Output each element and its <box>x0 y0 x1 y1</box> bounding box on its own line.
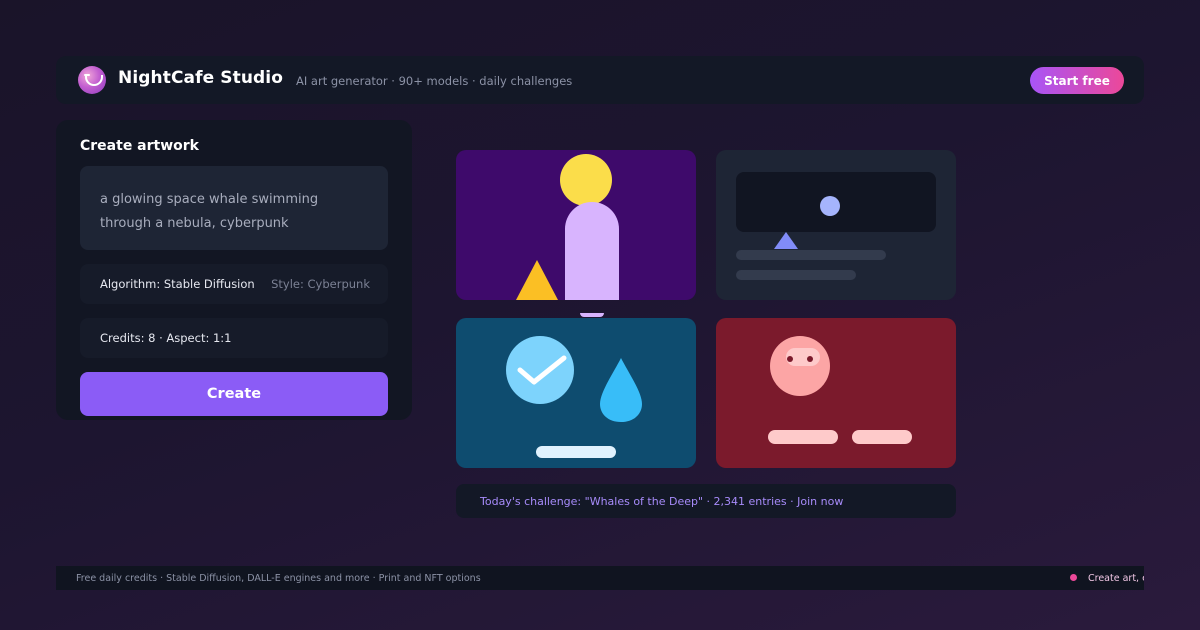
ticker-features: Free daily credits · Stable Diffusion, D… <box>76 573 481 584</box>
figure-shadow <box>580 313 604 317</box>
prompt-input[interactable]: a glowing space whale swimming through a… <box>80 166 388 250</box>
daily-challenge-banner[interactable]: Today's challenge: "Whales of the Deep" … <box>456 484 956 518</box>
ticker-dot-icon <box>1070 574 1077 581</box>
triangle-shape <box>516 260 558 300</box>
top-header: NightCafe Studio AI art generator · 90+ … <box>56 56 1144 104</box>
sun-shape <box>560 154 612 206</box>
text-line-1 <box>736 250 886 260</box>
left-eye <box>787 356 793 362</box>
moon-shape <box>820 196 840 216</box>
face-icon <box>770 336 830 396</box>
header-tagline: AI art generator · 90+ models · daily ch… <box>296 74 573 88</box>
mountain-shape <box>774 232 798 249</box>
panel-title: Create artwork <box>80 138 199 154</box>
credits-aspect-row[interactable]: Credits: 8 · Aspect: 1:1 <box>80 318 388 358</box>
artwork-face[interactable] <box>716 318 956 468</box>
brand-name[interactable]: NightCafe Studio <box>118 68 283 88</box>
prompt-line-1: a glowing space whale swimming <box>100 192 319 207</box>
create-artwork-panel: Create artwork a glowing space whale swi… <box>56 120 412 420</box>
bottom-ticker: Free daily credits · Stable Diffusion, D… <box>56 566 1144 590</box>
figure-shape <box>565 202 619 300</box>
prompt-line-2: through a nebula, cyberpunk <box>100 216 289 231</box>
create-button[interactable]: Create <box>80 372 388 416</box>
check-icon <box>506 336 574 404</box>
challenge-text: Today's challenge: "Whales of the Deep" … <box>480 495 844 508</box>
right-eye <box>807 356 813 362</box>
artwork-check[interactable] <box>456 318 696 468</box>
credits-aspect-label: Credits: 8 · Aspect: 1:1 <box>100 331 232 345</box>
style-label[interactable]: Style: Cyberpunk <box>271 277 370 291</box>
tag-pill-2 <box>852 430 912 444</box>
artwork-portrait[interactable] <box>456 150 696 300</box>
ticker-cta[interactable]: Create art, earn credits, join <box>1088 573 1144 584</box>
start-free-button[interactable]: Start free <box>1030 67 1124 94</box>
algorithm-selector[interactable]: Algorithm: Stable Diffusion Style: Cyber… <box>80 264 388 304</box>
nightcafe-logo-icon[interactable] <box>78 66 106 94</box>
tag-pill-1 <box>768 430 838 444</box>
text-line-2 <box>736 270 856 280</box>
caption-bar <box>536 446 616 458</box>
algorithm-label: Algorithm: Stable Diffusion <box>100 277 255 291</box>
artwork-landscape[interactable] <box>716 150 956 300</box>
drop-icon <box>600 358 642 422</box>
